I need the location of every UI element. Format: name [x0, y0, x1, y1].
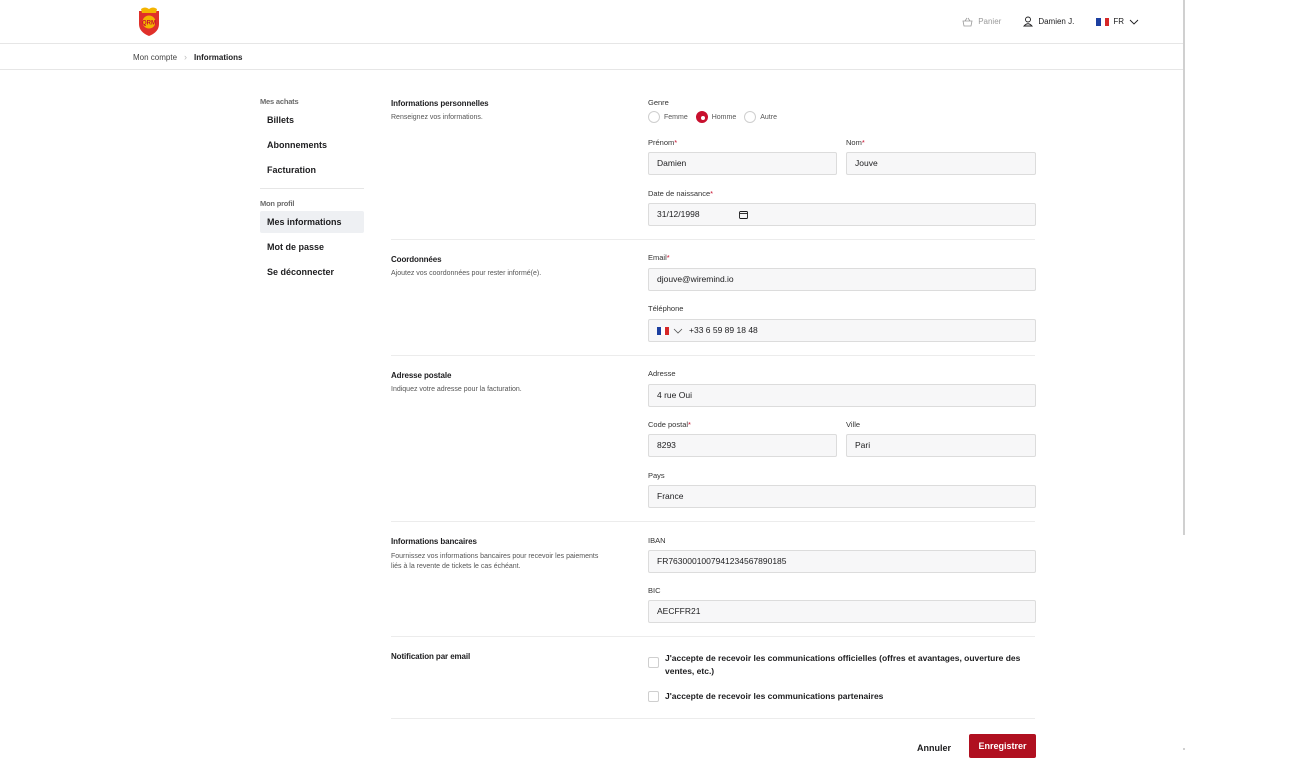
sidebar-item-my-information[interactable]: Mes informations — [260, 211, 364, 233]
lastname-label-text: Nom — [846, 138, 862, 147]
section-divider — [391, 239, 1035, 240]
phone-field[interactable]: +33 6 59 89 18 48 — [648, 319, 1036, 342]
page-scrollbar[interactable] — [1183, 0, 1185, 535]
phone-label: Téléphone — [648, 304, 684, 313]
chevron-down-icon — [1129, 19, 1139, 25]
language-code: FR — [1113, 17, 1124, 26]
sidebar-group-profile: Mon profil — [260, 199, 295, 208]
section-title-bank: Informations bancaires — [391, 537, 477, 546]
firstname-label-text: Prénom — [648, 138, 675, 147]
scrollbar-end — [1183, 748, 1185, 750]
calendar-icon[interactable] — [739, 210, 748, 219]
chevron-down-icon[interactable] — [673, 328, 683, 334]
city-label: Ville — [846, 420, 861, 429]
lastname-label: Nom* — [846, 138, 865, 147]
user-menu[interactable]: Damien J. — [1023, 16, 1074, 27]
france-flag-icon — [1096, 17, 1110, 26]
required-marker: * — [861, 138, 865, 147]
phone-value: +33 6 59 89 18 48 — [689, 325, 758, 335]
sidebar-item-tickets[interactable]: Billets — [260, 109, 364, 131]
zip-label-text: Code postal — [648, 420, 689, 429]
user-name: Damien J. — [1038, 17, 1075, 26]
sidebar-divider — [260, 188, 364, 189]
breadcrumb-root[interactable]: Mon compte — [133, 53, 177, 62]
breadcrumb: Mon compte › Informations — [0, 45, 1183, 70]
bic-label: BIC — [648, 586, 661, 595]
breadcrumb-separator-icon: › — [184, 52, 188, 62]
gender-label: Genre — [648, 98, 669, 107]
firstname-field[interactable]: Damien — [648, 152, 837, 175]
breadcrumb-current: Informations — [194, 52, 243, 62]
country-label: Pays — [648, 471, 665, 480]
section-divider — [391, 521, 1035, 522]
top-header: QRM Panier Damien J. FR — [0, 0, 1183, 44]
account-sidebar: Mes achats Billets Abonnements Facturati… — [260, 97, 364, 286]
gender-radio-group: Femme Homme Autre — [648, 111, 785, 123]
gender-option-other[interactable]: Autre — [744, 111, 777, 123]
sidebar-item-password[interactable]: Mot de passe — [260, 236, 364, 258]
email-label: Email* — [648, 253, 670, 262]
gender-option-female[interactable]: Femme — [648, 111, 688, 123]
gender-female-label: Femme — [664, 113, 688, 121]
partner-communications-option[interactable]: J'accepte de recevoir les communications… — [648, 690, 1038, 703]
sidebar-item-subscriptions[interactable]: Abonnements — [260, 134, 364, 156]
cancel-button[interactable]: Annuler — [909, 737, 959, 759]
official-communications-option[interactable]: J'accepte de recevoir les communications… — [648, 652, 1038, 678]
section-desc-address: Indiquez votre adresse pour la facturati… — [391, 386, 522, 393]
street-field[interactable]: 4 rue Oui — [648, 384, 1036, 407]
birthdate-field[interactable]: 31/12/1998 — [648, 203, 1036, 226]
radio-female[interactable] — [648, 111, 660, 123]
section-title-address: Adresse postale — [391, 371, 452, 380]
gender-option-male[interactable]: Homme — [695, 111, 737, 123]
birthdate-value: 31/12/1998 — [657, 209, 700, 219]
sidebar-group-purchases: Mes achats — [260, 97, 299, 106]
partner-communications-checkbox[interactable] — [648, 691, 659, 702]
lastname-field[interactable]: Jouve — [846, 152, 1036, 175]
sidebar-item-billing[interactable]: Facturation — [260, 159, 364, 181]
birthdate-label: Date de naissance* — [648, 189, 713, 198]
birthdate-label-text: Date de naissance — [648, 189, 711, 198]
club-logo[interactable]: QRM — [136, 6, 162, 37]
sidebar-item-logout[interactable]: Se déconnecter — [260, 261, 364, 283]
email-label-text: Email — [648, 253, 667, 262]
france-flag-icon[interactable] — [657, 326, 669, 335]
cart-label: Panier — [978, 17, 1002, 26]
section-title-personal: Informations personnelles — [391, 99, 489, 108]
section-title-contact: Coordonnées — [391, 255, 442, 264]
official-communications-checkbox[interactable] — [648, 657, 659, 668]
gender-male-label: Homme — [711, 113, 737, 121]
gender-other-label: Autre — [760, 113, 777, 121]
required-marker: * — [710, 189, 714, 198]
iban-field[interactable]: FR7630001007941234567890185 — [648, 550, 1036, 573]
country-field[interactable]: France — [648, 485, 1036, 508]
basket-icon — [962, 17, 973, 26]
svg-text:QRM: QRM — [142, 21, 156, 27]
section-divider — [391, 718, 1035, 719]
zip-field[interactable]: 8293 — [648, 434, 837, 457]
section-desc-personal: Renseignez vos informations. — [391, 114, 483, 121]
firstname-label: Prénom* — [648, 138, 677, 147]
radio-other[interactable] — [744, 111, 757, 123]
required-marker: * — [666, 253, 670, 262]
section-desc-bank: Fournissez vos informations bancaires po… — [391, 553, 599, 570]
city-field[interactable]: Pari — [846, 434, 1036, 457]
language-selector[interactable]: FR — [1096, 17, 1145, 26]
section-desc-contact: Ajoutez vos coordonnées pour rester info… — [391, 270, 542, 277]
section-title-notifications: Notification par email — [391, 652, 471, 661]
radio-male[interactable] — [695, 111, 708, 123]
email-field[interactable]: djouve@wiremind.io — [648, 268, 1036, 291]
partner-communications-label: J'accepte de recevoir les communications… — [665, 691, 884, 701]
cart-link[interactable]: Panier — [962, 17, 1001, 27]
required-marker: * — [674, 138, 678, 147]
official-communications-label: J'accepte de recevoir les communications… — [665, 653, 1021, 676]
bic-field[interactable]: AECFFR21 — [648, 600, 1036, 623]
section-divider — [391, 355, 1035, 356]
section-divider — [391, 636, 1035, 637]
street-label: Adresse — [648, 369, 676, 378]
zip-label: Code postal* — [648, 420, 691, 429]
user-icon — [1023, 16, 1034, 27]
save-button[interactable]: Enregistrer — [969, 734, 1036, 758]
required-marker: * — [688, 420, 691, 429]
iban-label: IBAN — [648, 536, 666, 545]
